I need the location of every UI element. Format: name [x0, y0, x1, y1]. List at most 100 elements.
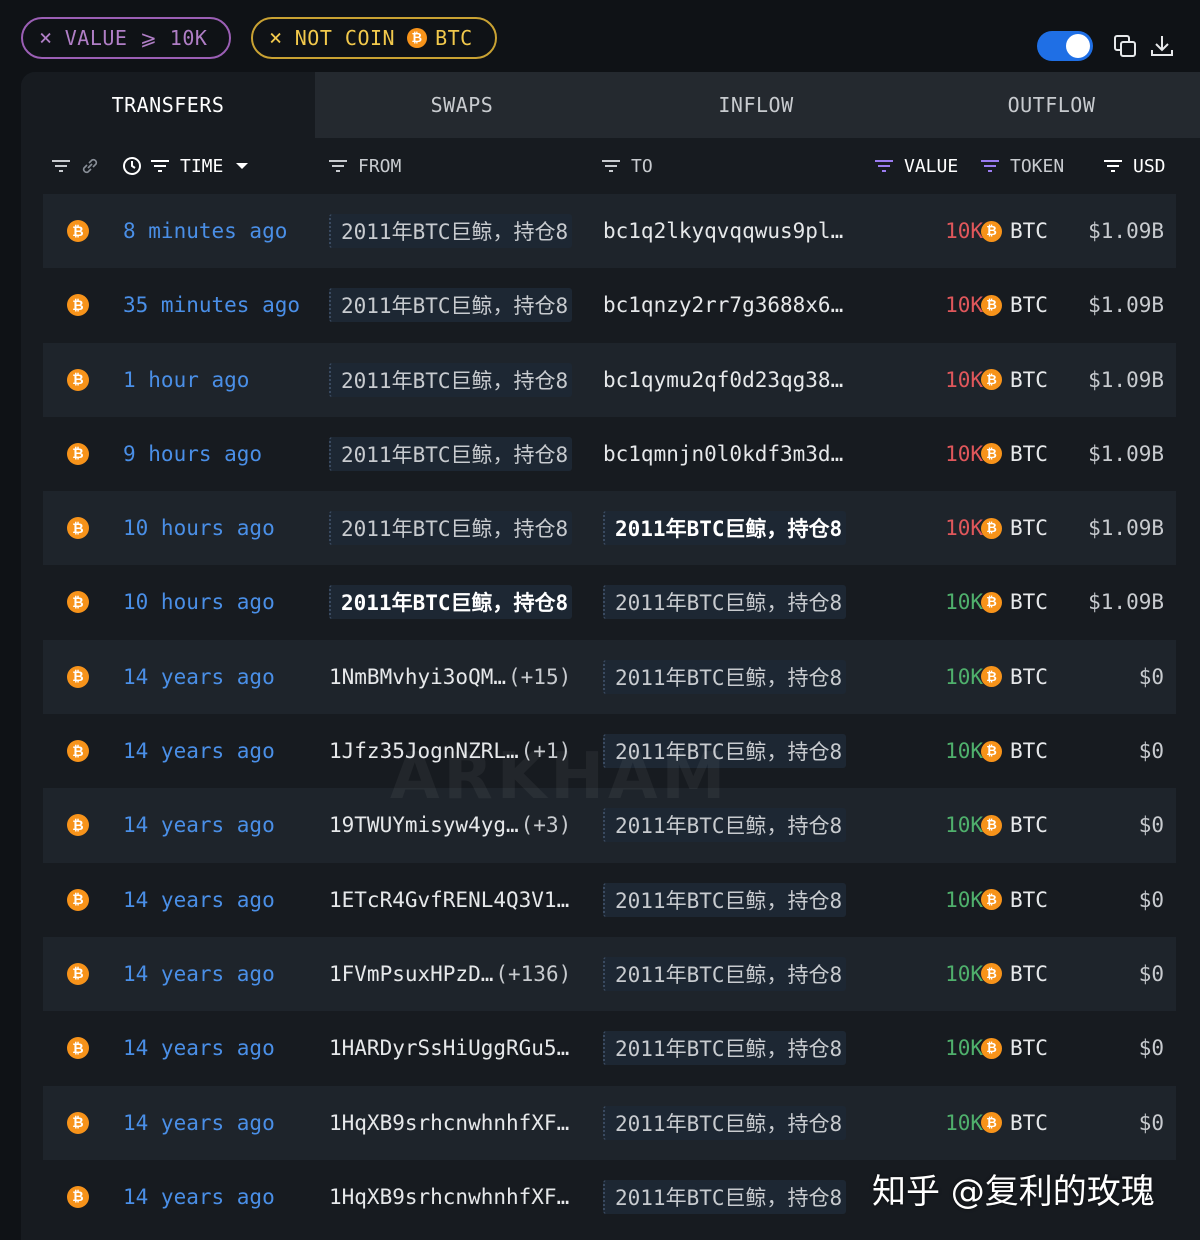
token-cell[interactable]: ₿ BTC — [981, 863, 1071, 937]
token-cell[interactable]: ₿ BTC — [981, 268, 1071, 342]
token-cell[interactable]: ₿ BTC — [981, 343, 1071, 417]
table-row[interactable]: ₿ 9 hours ago 2011年BTC巨鲸，持仓8 bc1qmnjn0l0kdf… — [43, 417, 1176, 491]
table-row[interactable]: ₿ 1 hour ago 2011年BTC巨鲸，持仓8 bc1qymu2qf0d23q… — [43, 342, 1176, 417]
download-icon[interactable] — [1149, 33, 1175, 59]
table-row[interactable]: ₿ 14 years ago 1HARDyrSsHiUggRGu5… 2011年BTC… — [43, 1011, 1176, 1085]
entity-tag[interactable]: 2011年BTC巨鲸，持仓8 — [603, 1031, 847, 1066]
time-link[interactable]: 8 minutes ago — [123, 194, 323, 268]
from-cell[interactable]: 1ETcR4GvfRENL4Q3V1… — [329, 863, 589, 937]
copy-icon[interactable] — [1112, 33, 1138, 59]
extra-addresses-count[interactable]: (+15) — [508, 665, 571, 689]
to-cell[interactable]: 2011年BTC巨鲸，持仓8 — [603, 714, 855, 788]
to-cell[interactable]: 2011年BTC巨鲸，持仓8 — [603, 491, 855, 565]
value-filter-chip[interactable]: × VALUE ⩾ 10K — [21, 17, 231, 59]
tab-inflow[interactable]: INFLOW — [609, 72, 903, 138]
coin-filter-chip[interactable]: × NOT COIN ₿ BTC — [251, 17, 497, 59]
to-header[interactable]: TO — [601, 138, 653, 194]
sort-desc-icon[interactable] — [235, 161, 249, 171]
address-link[interactable]: 1FVmPsuxHPzD… — [329, 962, 493, 986]
entity-tag[interactable]: 2011年BTC巨鲸，持仓8 — [329, 214, 573, 248]
token-cell[interactable]: ₿ BTC — [981, 1011, 1071, 1085]
value-header[interactable]: VALUE — [874, 138, 958, 194]
to-cell[interactable]: 2011年BTC巨鲸，持仓8 — [603, 788, 855, 862]
table-row[interactable]: ₿ 14 years ago 19TWUYmisyw4yg… (+3) 2011年BTC… — [43, 788, 1176, 863]
from-cell[interactable]: 2011年BTC巨鲸，持仓8 — [329, 565, 589, 639]
from-cell[interactable]: 2011年BTC巨鲸，持仓8 — [329, 491, 589, 565]
token-cell[interactable]: ₿ BTC — [981, 714, 1071, 788]
time-link[interactable]: 10 hours ago — [123, 491, 323, 565]
table-row[interactable]: ₿ 14 years ago 1ETcR4GvfRENL4Q3V1… 2011年BTC… — [43, 863, 1176, 937]
from-cell[interactable]: 1HqXB9srhcnwhnhfXF… — [329, 1160, 589, 1234]
entity-tag[interactable]: 2011年BTC巨鲸，持仓8 — [603, 956, 847, 991]
extra-addresses-count[interactable]: (+3) — [521, 813, 572, 837]
from-cell[interactable]: 2011年BTC巨鲸，持仓8 — [329, 417, 589, 491]
table-row[interactable]: ₿ 10 hours ago 2011年BTC巨鲸，持仓8 2011年BTC巨鲸，持仓… — [43, 565, 1176, 639]
entity-tag[interactable]: 2011年BTC巨鲸，持仓8 — [603, 808, 847, 843]
entity-tag[interactable]: 2011年BTC巨鲸，持仓8 — [329, 436, 573, 471]
address-link[interactable]: 1HARDyrSsHiUggRGu5… — [329, 1036, 569, 1060]
time-link[interactable]: 1 hour ago — [123, 343, 323, 417]
entity-tag[interactable]: 2011年BTC巨鲸，持仓8 — [329, 362, 573, 397]
to-cell[interactable]: 2011年BTC巨鲸，持仓8 — [603, 1086, 855, 1160]
view-toggle[interactable] — [1037, 31, 1093, 61]
filter-icon[interactable] — [601, 159, 621, 173]
entity-tag[interactable]: 2011年BTC巨鲸，持仓8 — [329, 511, 573, 546]
entity-tag[interactable]: 2011年BTC巨鲸，持仓8 — [603, 585, 847, 620]
link-icon[interactable] — [81, 157, 99, 175]
address-link[interactable]: bc1q2lkyqvqqwus9pl… — [603, 219, 843, 243]
table-row[interactable]: ₿ 14 years ago 1FVmPsuxHPzD… (+136) 2011年BTC… — [43, 936, 1176, 1012]
token-cell[interactable]: ₿ BTC — [981, 417, 1071, 491]
token-cell[interactable]: ₿ BTC — [981, 788, 1071, 862]
extra-addresses-count[interactable]: (+136) — [495, 962, 571, 986]
from-cell[interactable]: 2011年BTC巨鲸，持仓8 — [329, 343, 589, 417]
token-cell[interactable]: ₿ BTC — [981, 565, 1071, 639]
time-link[interactable]: 14 years ago — [123, 714, 323, 788]
tab-transfers[interactable]: TRANSFERS — [21, 72, 315, 138]
time-link[interactable]: 9 hours ago — [123, 417, 323, 491]
entity-tag[interactable]: 2011年BTC巨鲸，持仓8 — [329, 585, 573, 620]
time-link[interactable]: 14 years ago — [123, 640, 323, 714]
table-row[interactable]: ₿ 8 minutes ago 2011年BTC巨鲸，持仓8 bc1q2lkyqvqq… — [43, 194, 1176, 269]
token-cell[interactable]: ₿ BTC — [981, 491, 1071, 565]
entity-tag[interactable]: 2011年BTC巨鲸，持仓8 — [329, 288, 573, 323]
to-cell[interactable]: 2011年BTC巨鲸，持仓8 — [603, 863, 855, 937]
filter-chain-button[interactable] — [51, 138, 99, 194]
from-cell[interactable]: 2011年BTC巨鲸，持仓8 — [329, 194, 589, 268]
tab-swaps[interactable]: SWAPS — [315, 72, 609, 138]
table-row[interactable]: ₿ 14 years ago 1Jfz35JognNZRL… (+1) 2011年BTC… — [43, 714, 1176, 788]
time-link[interactable]: 14 years ago — [123, 863, 323, 937]
remove-filter-icon[interactable]: × — [39, 26, 53, 51]
to-cell[interactable]: 2011年BTC巨鲸，持仓8 — [603, 937, 855, 1011]
time-link[interactable]: 14 years ago — [123, 1011, 323, 1085]
table-row[interactable]: ₿ 35 minutes ago 2011年BTC巨鲸，持仓8 bc1qnzy2rr7… — [43, 268, 1176, 342]
address-link[interactable]: bc1qymu2qf0d23qg38… — [603, 368, 843, 392]
tab-outflow[interactable]: OUTFLOW — [903, 72, 1200, 138]
entity-tag[interactable]: 2011年BTC巨鲸，持仓8 — [603, 882, 847, 917]
address-link[interactable]: bc1qmnjn0l0kdf3m3d… — [603, 442, 843, 466]
time-header[interactable]: TIME — [122, 138, 249, 194]
address-link[interactable]: 1HqXB9srhcnwhnhfXF… — [329, 1111, 569, 1135]
address-link[interactable]: bc1qnzy2rr7g3688x6… — [603, 293, 843, 317]
time-link[interactable]: 14 years ago — [123, 1160, 323, 1234]
usd-header[interactable]: USD — [1103, 138, 1166, 194]
remove-filter-icon[interactable]: × — [269, 26, 283, 51]
to-cell[interactable]: 2011年BTC巨鲸，持仓8 — [603, 640, 855, 714]
from-cell[interactable]: 1FVmPsuxHPzD… (+136) — [329, 937, 589, 1011]
from-cell[interactable]: 1Jfz35JognNZRL… (+1) — [329, 714, 589, 788]
address-link[interactable]: 1ETcR4GvfRENL4Q3V1… — [329, 888, 569, 912]
to-cell[interactable]: bc1qnzy2rr7g3688x6… — [603, 268, 855, 342]
token-cell[interactable]: ₿ BTC — [981, 194, 1071, 268]
to-cell[interactable]: 2011年BTC巨鲸，持仓8 — [603, 565, 855, 639]
address-link[interactable]: 1NmBMvhyi3oQM… — [329, 665, 506, 689]
extra-addresses-count[interactable]: (+1) — [521, 739, 572, 763]
table-row[interactable]: ₿ 14 years ago 1HqXB9srhcnwhnhfXF… 2011年BTC… — [43, 1085, 1176, 1160]
address-link[interactable]: 1Jfz35JognNZRL… — [329, 739, 519, 763]
address-link[interactable]: 19TWUYmisyw4yg… — [329, 813, 519, 837]
filter-active-icon[interactable] — [874, 159, 894, 173]
filter-icon[interactable] — [150, 159, 170, 173]
time-link[interactable]: 14 years ago — [123, 1086, 323, 1160]
from-cell[interactable]: 19TWUYmisyw4yg… (+3) — [329, 788, 589, 862]
from-cell[interactable]: 1NmBMvhyi3oQM… (+15) — [329, 640, 589, 714]
table-row[interactable]: ₿ 10 hours ago 2011年BTC巨鲸，持仓8 2011年BTC巨鲸，持仓… — [43, 491, 1176, 566]
time-link[interactable]: 10 hours ago — [123, 565, 323, 639]
